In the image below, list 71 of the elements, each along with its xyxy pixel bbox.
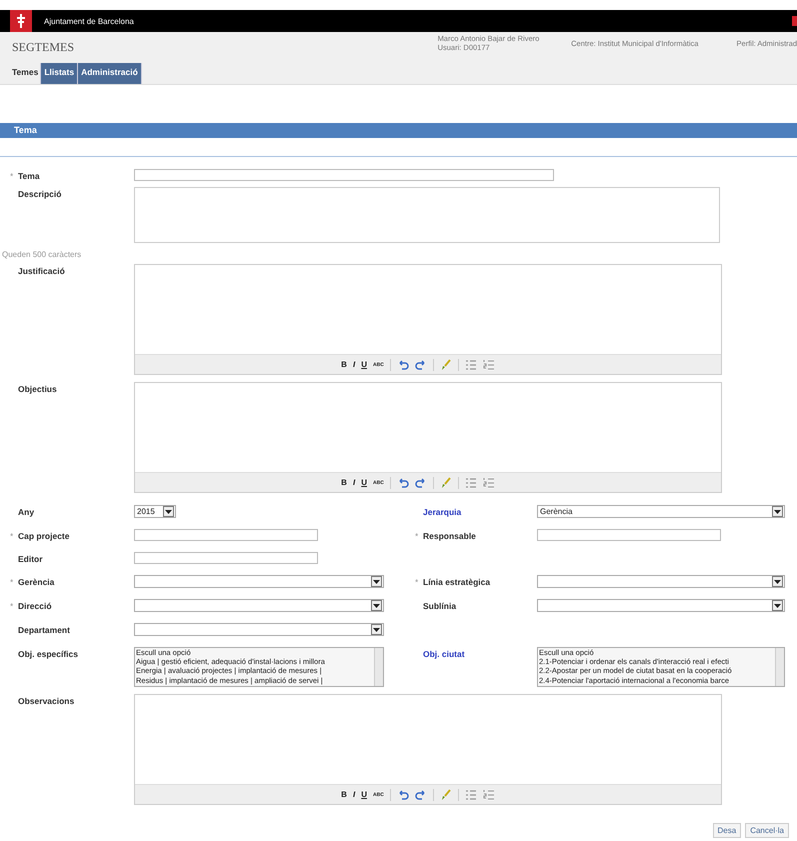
bullet-list-icon[interactable] <box>464 476 477 488</box>
field-label-link[interactable]: Jerarquia <box>423 507 462 518</box>
required-mark: * <box>10 577 14 588</box>
bullet-list-icon[interactable] <box>464 358 477 370</box>
organization-name: Ajuntament de Barcelona <box>44 16 134 26</box>
field-label: Descripció <box>18 189 62 201</box>
format-button[interactable]: U <box>361 360 367 369</box>
required-mark: * <box>415 577 420 588</box>
brush-icon[interactable] <box>440 476 452 488</box>
format-button[interactable]: I <box>352 478 356 487</box>
character-counter: Queden 500 caràcters <box>2 250 82 259</box>
bullet-list-icon[interactable] <box>464 788 477 800</box>
text-field[interactable] <box>134 169 554 181</box>
field-label: Tema <box>18 171 40 181</box>
field-label: Cap projecte <box>18 531 70 541</box>
scrollbar[interactable] <box>374 648 383 686</box>
format-button[interactable]: B <box>341 790 347 799</box>
redo-icon[interactable] <box>414 476 427 488</box>
required-mark: * <box>10 601 14 612</box>
textarea-field[interactable] <box>134 187 720 243</box>
format-button[interactable]: I <box>352 790 356 799</box>
format-button[interactable]: B <box>341 478 347 487</box>
app-title: SEGTEMES <box>12 40 76 55</box>
numbered-list-icon[interactable] <box>482 476 495 488</box>
undo-icon[interactable] <box>396 476 409 488</box>
format-button[interactable]: B <box>341 360 347 369</box>
dropdown-field[interactable]: 2015 <box>134 505 176 518</box>
format-button[interactable]: U <box>361 478 367 487</box>
form-button[interactable]: Desa <box>712 823 742 838</box>
required-mark: * <box>10 531 14 541</box>
dropdown-field[interactable] <box>134 575 384 588</box>
numbered-list-icon[interactable] <box>482 788 495 800</box>
section-header: Tema <box>0 123 797 138</box>
field-label: Línia estratègica <box>423 577 490 588</box>
form-button[interactable]: Cancel·la <box>745 823 789 838</box>
field-label-link[interactable]: Obj. ciutat <box>423 649 465 687</box>
corner-mark-icon <box>792 16 797 26</box>
required-mark: * <box>415 531 420 541</box>
scrollbar[interactable] <box>775 648 784 686</box>
brush-icon[interactable] <box>440 788 452 800</box>
dropdown-field[interactable]: Gerència <box>537 505 785 518</box>
field-label: Sublínia <box>423 601 456 612</box>
dropdown-field[interactable] <box>134 599 384 612</box>
city-logo-icon <box>10 10 32 32</box>
text-field[interactable] <box>134 552 318 564</box>
field-label: Editor <box>18 554 43 564</box>
brush-icon[interactable] <box>440 358 452 370</box>
redo-icon[interactable] <box>414 358 427 370</box>
undo-icon[interactable] <box>396 788 409 800</box>
text-field[interactable] <box>537 529 721 541</box>
field-label: Justificació <box>18 266 65 278</box>
field-label: Objectius <box>18 384 57 396</box>
dropdown-field[interactable] <box>134 623 384 636</box>
undo-icon[interactable] <box>396 358 409 370</box>
numbered-list-icon[interactable] <box>482 358 495 370</box>
field-label: Direcció <box>18 601 52 612</box>
dropdown-field[interactable] <box>537 575 785 588</box>
required-mark: * <box>10 171 14 181</box>
format-button[interactable]: U <box>361 790 367 799</box>
nav-tab[interactable]: Administració <box>78 63 142 84</box>
nav-tab[interactable]: Llistats <box>41 63 78 84</box>
field-label: Observacions <box>18 696 74 708</box>
text-field[interactable] <box>134 529 318 541</box>
redo-icon[interactable] <box>414 788 427 800</box>
field-label: Any <box>18 507 34 518</box>
field-label: Obj. específics <box>18 649 78 661</box>
dropdown-field[interactable] <box>537 599 785 612</box>
field-label: Gerència <box>18 577 54 588</box>
field-label: Responsable <box>423 531 476 541</box>
field-label: Departament <box>18 625 70 636</box>
format-button[interactable]: I <box>352 360 356 369</box>
